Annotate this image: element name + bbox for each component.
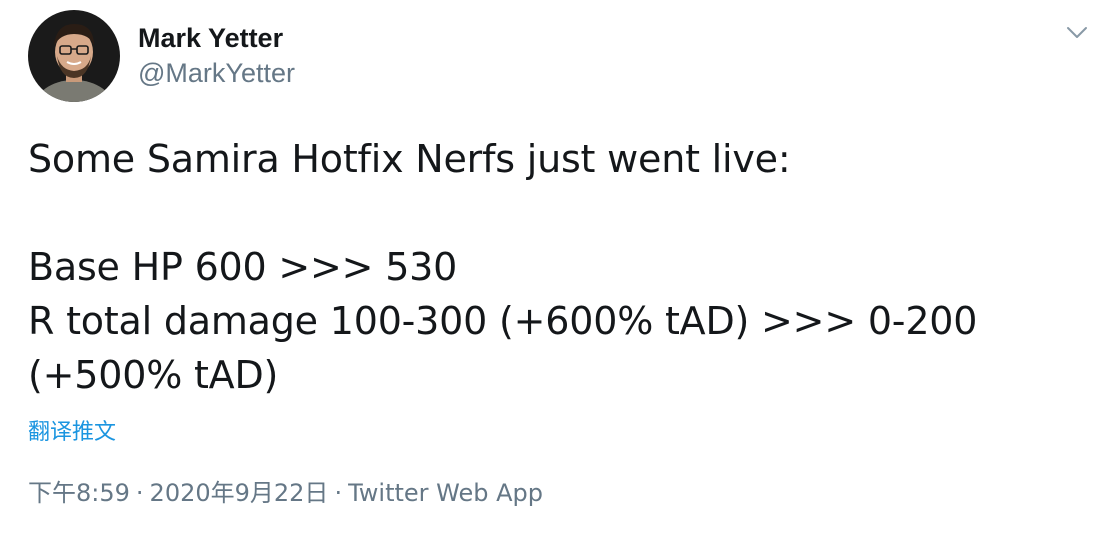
tweet-date[interactable]: 2020年9月22日: [150, 479, 329, 507]
tweet-time[interactable]: 下午8:59: [28, 479, 130, 507]
meta-separator: ·: [334, 479, 343, 507]
meta-separator: ·: [135, 479, 144, 507]
tweet-line-break: [28, 186, 1088, 240]
tweet-menu-button[interactable]: [1062, 18, 1092, 48]
tweet-text: Some Samira Hotfix Nerfs just went live:…: [28, 132, 1088, 402]
tweet-source[interactable]: Twitter Web App: [348, 479, 543, 507]
tweet-line: Some Samira Hotfix Nerfs just went live:: [28, 137, 791, 181]
tweet-line: R total damage 100-300 (+600% tAD) >>> 0…: [28, 299, 978, 343]
avatar[interactable]: [28, 10, 120, 102]
avatar-image: [28, 10, 120, 102]
tweet-metadata: 下午8:59 · 2020年9月22日 · Twitter Web App: [28, 476, 543, 510]
tweet-header: Mark Yetter @MarkYetter: [28, 10, 295, 102]
author-handle[interactable]: @MarkYetter: [138, 55, 295, 91]
author-names: Mark Yetter @MarkYetter: [138, 21, 295, 91]
tweet-line: Base HP 600 >>> 530: [28, 245, 458, 289]
author-display-name[interactable]: Mark Yetter: [138, 21, 295, 55]
chevron-down-icon: [1067, 27, 1087, 38]
translate-tweet-link[interactable]: 翻译推文: [28, 418, 116, 448]
tweet-card: Mark Yetter @MarkYetter Some Samira Hotf…: [0, 0, 1116, 535]
tweet-line: (+500% tAD): [28, 353, 279, 397]
